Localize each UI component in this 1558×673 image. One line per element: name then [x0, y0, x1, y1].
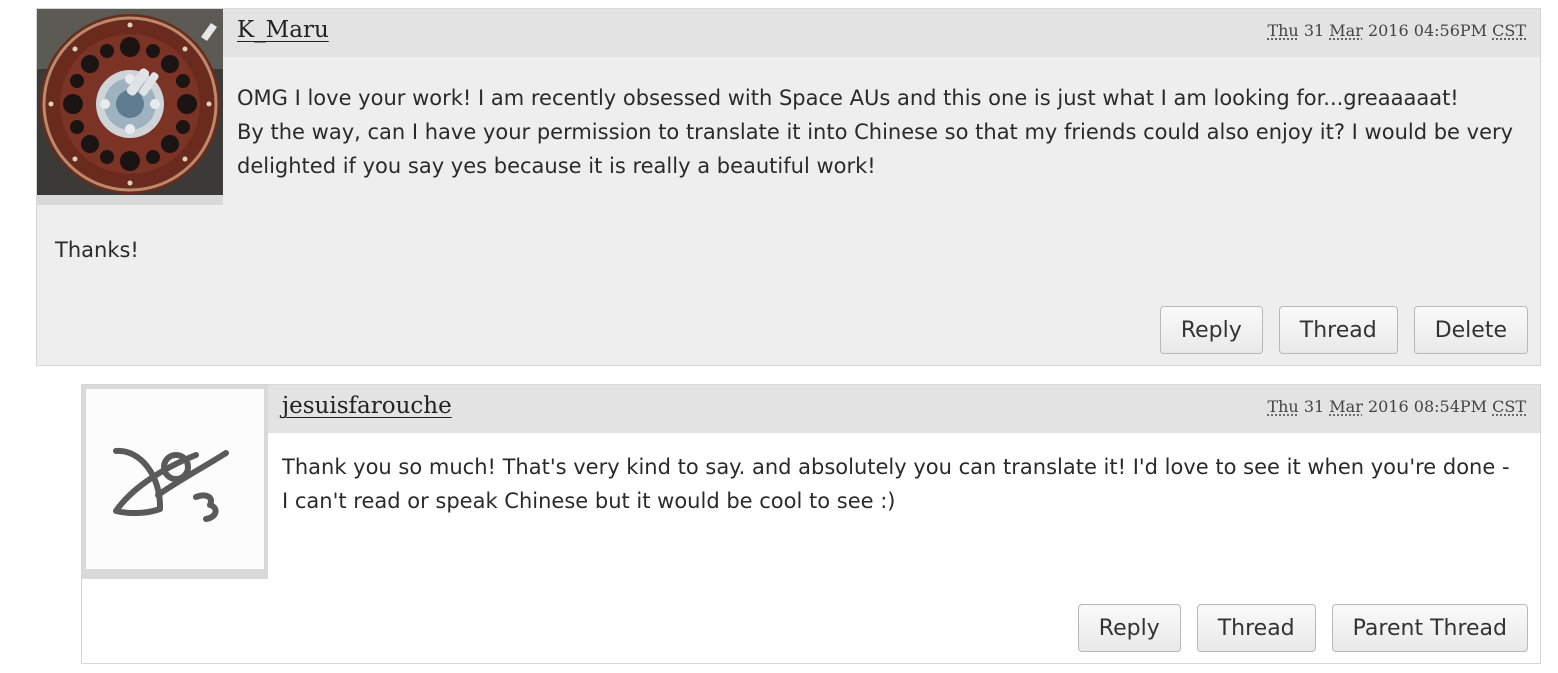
time: 04:56PM	[1413, 21, 1488, 40]
comment-paragraph: By the way, can I have your permission t…	[237, 120, 1514, 178]
parent-thread-button[interactable]: Parent Thread	[1331, 604, 1528, 652]
comment-closing: Thanks!	[55, 238, 139, 262]
month: Mar	[1329, 397, 1363, 416]
avatar-frame	[82, 385, 268, 579]
comment-header: K_Maru Thu 31 Mar 2016 04:56PM CST	[223, 9, 1540, 57]
username-link[interactable]: jesuisfarouche	[282, 393, 452, 419]
comment-actions: Reply Thread Parent Thread	[1077, 604, 1528, 652]
comment-actions: Reply Thread Delete	[1159, 306, 1528, 354]
delete-button[interactable]: Delete	[1413, 306, 1528, 354]
time: 08:54PM	[1413, 397, 1488, 416]
timezone: CST	[1492, 21, 1526, 40]
weekday: Thu	[1267, 21, 1299, 40]
ao3-logo-avatar-icon	[113, 447, 229, 522]
day-of-month: 31	[1303, 397, 1325, 416]
comment: K_Maru Thu 31 Mar 2016 04:56PM CST OMG I…	[36, 8, 1541, 366]
reply-comment: jesuisfarouche Thu 31 Mar 2016 08:54PM C…	[81, 384, 1541, 664]
day-of-month: 31	[1303, 21, 1325, 40]
year: 2016	[1367, 397, 1409, 416]
comment-header: jesuisfarouche Thu 31 Mar 2016 08:54PM C…	[268, 385, 1540, 433]
comment-body: Thank you so much! That's very kind to s…	[282, 450, 1514, 518]
thread-button[interactable]: Thread	[1278, 306, 1398, 354]
thread-button[interactable]: Thread	[1196, 604, 1316, 652]
reply-button[interactable]: Reply	[1159, 306, 1263, 354]
weekday: Thu	[1267, 397, 1299, 416]
reel-photo-avatar-icon	[37, 9, 223, 195]
comment-paragraph: OMG I love your work! I am recently obse…	[237, 86, 1459, 110]
avatar[interactable]	[37, 9, 223, 195]
username-link[interactable]: K_Maru	[237, 17, 329, 43]
comment-paragraph: Thank you so much! That's very kind to s…	[282, 455, 1510, 513]
reply-button[interactable]: Reply	[1077, 604, 1181, 652]
comment-timestamp: Thu 31 Mar 2016 04:56PM CST	[1267, 21, 1526, 40]
year: 2016	[1367, 21, 1409, 40]
month: Mar	[1329, 21, 1363, 40]
comment-timestamp: Thu 31 Mar 2016 08:54PM CST	[1267, 397, 1526, 416]
comment-body: OMG I love your work! I am recently obse…	[237, 81, 1514, 183]
timezone: CST	[1492, 397, 1526, 416]
avatar-frame	[37, 9, 223, 205]
avatar[interactable]	[86, 389, 264, 569]
